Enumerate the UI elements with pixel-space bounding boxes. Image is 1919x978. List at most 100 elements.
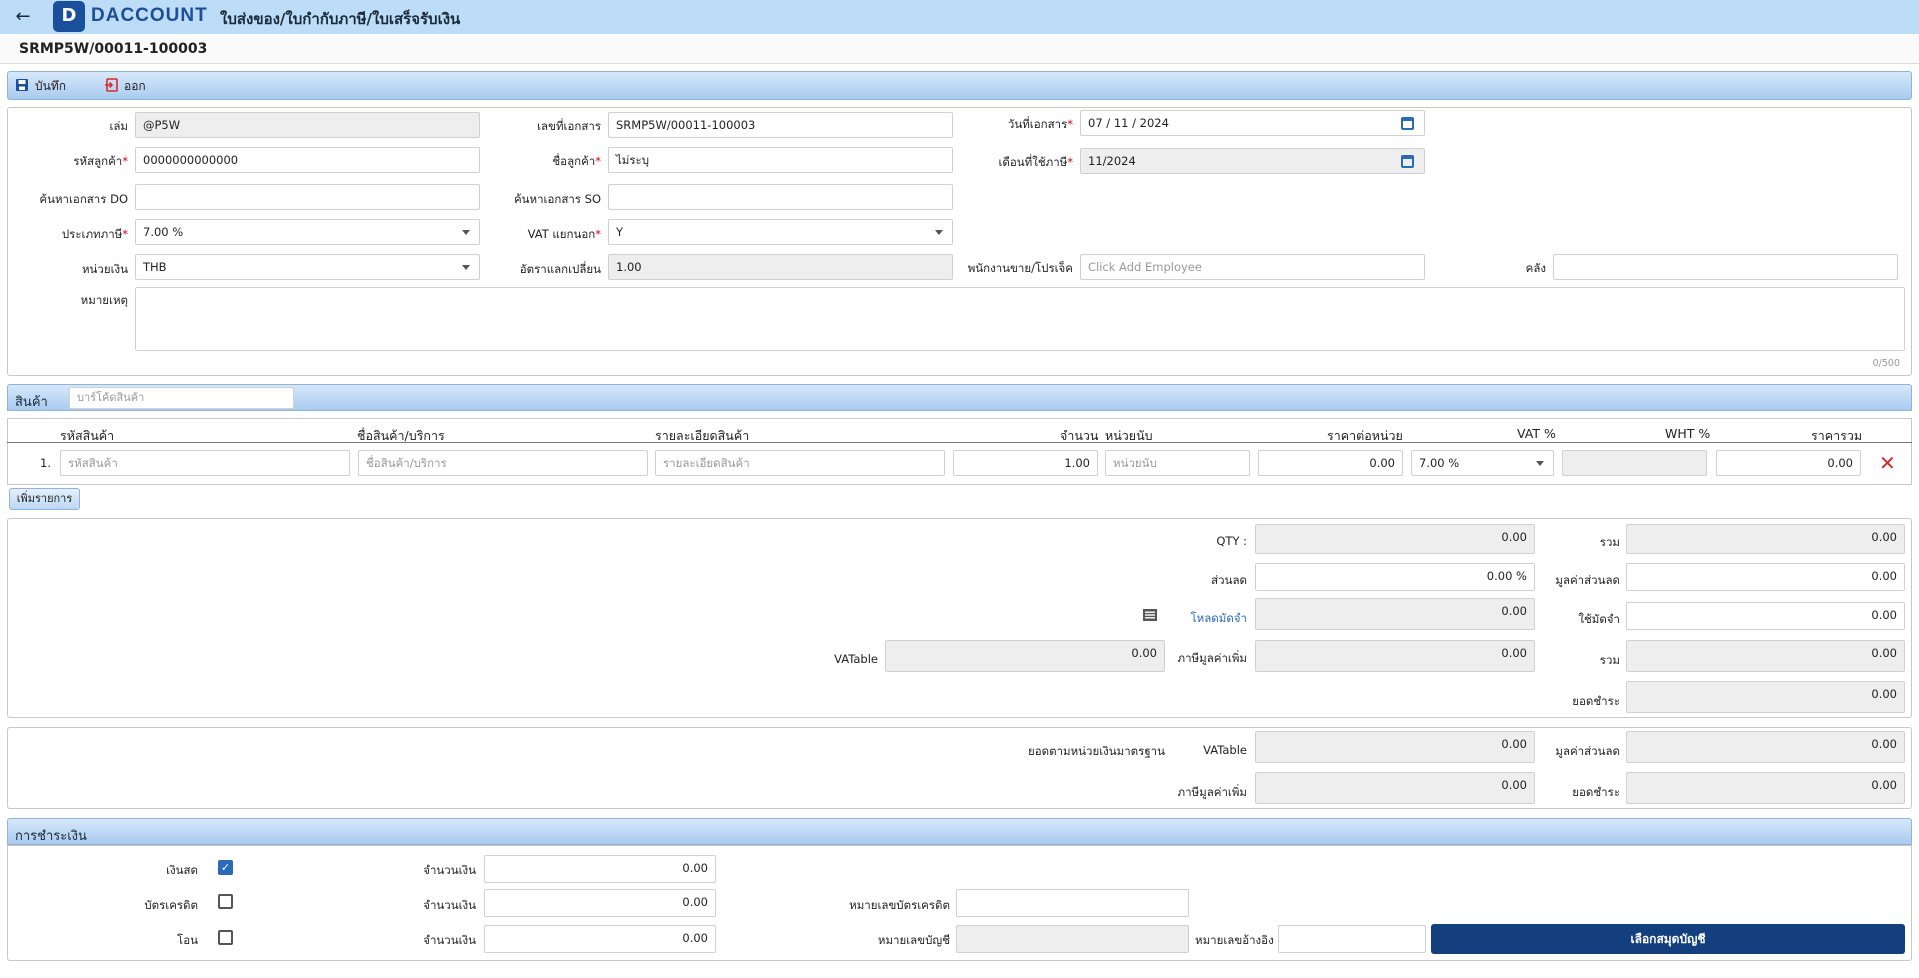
rate-field: 1.00 <box>608 254 953 280</box>
custname-label: ชื่อลูกค้า* <box>552 154 601 168</box>
taxmonth-field[interactable]: 11/2024 <box>1080 148 1425 174</box>
search-do-label: ค้นหาเอกสาร DO <box>39 192 128 206</box>
custcode-field[interactable]: 0000000000000 <box>135 147 480 173</box>
search-so-label: ค้นหาเอกสาร SO <box>513 192 601 206</box>
total2-label: รวม <box>1599 653 1620 667</box>
book-label: เล่ม <box>109 119 128 133</box>
taxtype-label-text: ประเภทภาษี <box>61 227 123 241</box>
barcode-input[interactable]: บาร์โค้ดสินค้า <box>69 387 294 409</box>
vat-value: Y <box>616 225 624 239</box>
discount-amount-field[interactable]: 0.00 <box>1626 563 1905 591</box>
row-vat-select[interactable]: 7.00 % <box>1411 450 1554 476</box>
docno-label: เลขที่เอกสาร <box>537 119 601 133</box>
docdate-label: วันที่เอกสาร* <box>1007 117 1073 131</box>
vat-select[interactable]: Y <box>608 219 953 245</box>
card-amount-label: จำนวนเงิน <box>423 898 476 912</box>
discount-amount-label: มูลค่าส่วนลด <box>1555 573 1620 587</box>
table-header-divider <box>7 442 1912 443</box>
floppy-disk-icon <box>16 79 28 91</box>
docno-field[interactable]: SRMP5W/00011-100003 <box>608 112 953 138</box>
docdate-value: 07 / 11 / 2024 <box>1088 116 1169 130</box>
std-vat-field: 0.00 <box>1255 772 1535 804</box>
taxtype-label: ประเภทภาษี* <box>61 227 128 241</box>
card-no-field[interactable] <box>956 889 1189 917</box>
use-deposit-field[interactable]: 0.00 <box>1626 602 1905 630</box>
col-total: ราคารวม <box>1811 428 1863 443</box>
exit-button[interactable]: ออก <box>104 76 146 96</box>
back-arrow-icon[interactable]: ← <box>12 6 34 28</box>
note-counter: 0/500 <box>1872 358 1900 369</box>
row-detail-input[interactable]: รายละเอียดสินค้า <box>655 450 945 476</box>
use-deposit-label: ใช้มัดจำ <box>1578 612 1620 626</box>
taxtype-value: 7.00 % <box>143 225 184 239</box>
pay-field: 0.00 <box>1626 681 1905 713</box>
products-title: สินค้า <box>15 395 48 410</box>
payment-title: การชำระเงิน <box>15 829 87 844</box>
custname-field[interactable]: ไม่ระบุ <box>608 147 953 173</box>
currency-select[interactable]: THB <box>135 254 480 280</box>
search-do-field[interactable] <box>135 184 480 210</box>
card-amount-field[interactable]: 0.00 <box>484 889 716 917</box>
std-vatable-field: 0.00 <box>1255 731 1535 763</box>
vat-add-field: 0.00 <box>1255 640 1535 672</box>
logo-icon: D <box>53 1 85 32</box>
page-title: ใบส่งของ/ใบกำกับภาษี/ใบเสร็จรับเงิน <box>220 10 461 28</box>
ref-no-label: หมายเลขอ้างอิง <box>1195 933 1274 947</box>
discount-field[interactable]: 0.00 % <box>1255 563 1535 591</box>
docdate-label-text: วันที่เอกสาร <box>1007 117 1068 131</box>
card-checkbox[interactable] <box>218 894 233 909</box>
std-discount-label: มูลค่าส่วนลด <box>1555 744 1620 758</box>
warehouse-field[interactable] <box>1553 254 1898 280</box>
row-price-input[interactable]: 0.00 <box>1258 450 1403 476</box>
transfer-amount-label: จำนวนเงิน <box>423 933 476 947</box>
col-vat: VAT % <box>1517 426 1556 441</box>
vatable-label: VATable <box>834 652 878 666</box>
vatable-field: 0.00 <box>885 640 1165 672</box>
row-unit-input[interactable]: หน่วยนับ <box>1105 450 1250 476</box>
calendar-icon[interactable] <box>1401 117 1414 130</box>
row-wht-field <box>1562 450 1707 476</box>
total2-field: 0.00 <box>1626 640 1905 672</box>
row-code-input[interactable]: รหัสสินค้า <box>60 450 350 476</box>
add-row-button[interactable]: เพิ่มรายการ <box>9 488 80 510</box>
currency-label: หน่วยเงิน <box>81 262 128 276</box>
delete-row-icon[interactable]: ✕ <box>1879 452 1896 474</box>
payment-header: การชำระเงิน <box>7 818 1912 845</box>
note-textarea[interactable] <box>135 287 1905 351</box>
chevron-down-icon <box>935 230 943 235</box>
sum-field: 0.00 <box>1626 524 1905 554</box>
employee-field[interactable]: Click Add Employee <box>1080 254 1425 280</box>
cash-label: เงินสด <box>166 863 198 877</box>
std-vat-label: ภาษีมูลค่าเพิ่ม <box>1177 785 1248 799</box>
choose-account-button[interactable]: เลือกสมุดบัญชี <box>1431 924 1905 954</box>
row-name-input[interactable]: ชื่อสินค้า/บริการ <box>358 450 648 476</box>
calendar-icon[interactable] <box>1401 155 1414 168</box>
transfer-checkbox[interactable] <box>218 930 233 945</box>
chevron-down-icon <box>462 265 470 270</box>
col-product-code: รหัสสินค้า <box>60 428 115 443</box>
discount-label: ส่วนลด <box>1211 573 1247 587</box>
std-vatable-label: VATable <box>1203 743 1247 757</box>
search-so-field[interactable] <box>608 184 953 210</box>
custname-label-text: ชื่อลูกค้า <box>552 154 596 168</box>
cash-amount-field[interactable]: 0.00 <box>484 855 716 883</box>
warehouse-label: คลัง <box>1525 261 1546 275</box>
vat-add-label: ภาษีมูลค่าเพิ่ม <box>1177 651 1248 665</box>
load-deposit-link[interactable]: โหลดมัดจำ <box>1150 610 1247 628</box>
docdate-field[interactable]: 07 / 11 / 2024 <box>1080 110 1425 136</box>
col-product-name: ชื่อสินค้า/บริการ <box>357 428 445 443</box>
cash-checkbox[interactable]: ✓ <box>218 860 233 875</box>
check-icon: ✓ <box>220 861 231 874</box>
transfer-amount-field[interactable]: 0.00 <box>484 925 716 953</box>
sum-label: รวม <box>1599 535 1620 549</box>
row-qty-input[interactable]: 1.00 <box>953 450 1098 476</box>
note-label: หมายเหตุ <box>80 293 128 307</box>
std-pay-field: 0.00 <box>1626 772 1905 804</box>
standard-title: ยอดตามหน่วยเงินมาตรฐาน <box>1027 744 1165 758</box>
ref-no-field[interactable] <box>1278 925 1426 953</box>
cash-amount-label: จำนวนเงิน <box>423 863 476 877</box>
save-button[interactable]: บันทึก <box>15 76 66 96</box>
book-field: @P5W <box>135 112 480 138</box>
taxtype-select[interactable]: 7.00 % <box>135 219 480 245</box>
chevron-down-icon <box>1536 461 1544 466</box>
